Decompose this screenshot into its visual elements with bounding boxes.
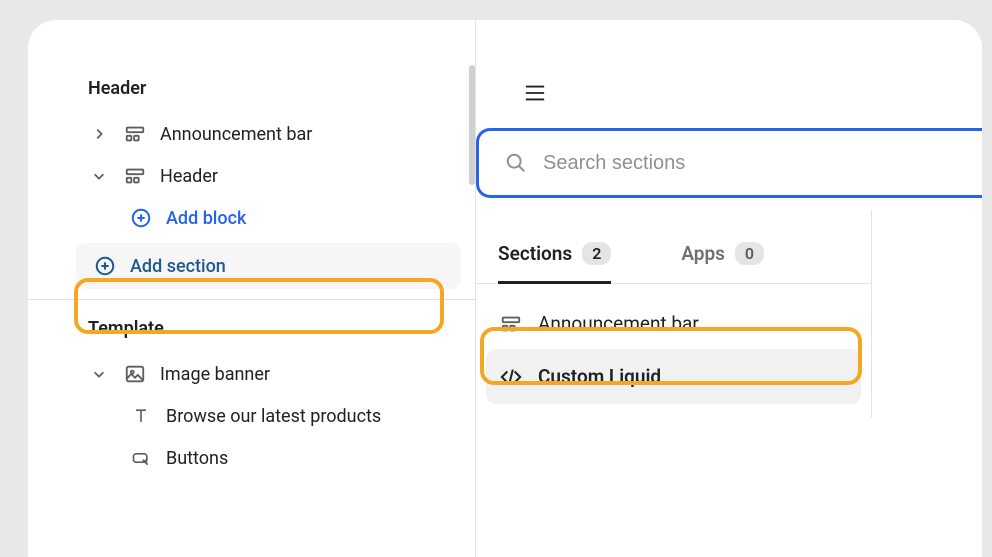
add-section-button[interactable]: Add section: [76, 243, 461, 289]
row-label: Image banner: [160, 364, 270, 385]
add-block-label: Add block: [166, 208, 246, 229]
block-row-buttons[interactable]: Buttons: [28, 437, 475, 479]
sections-sidebar: Header Announcement bar Header Add bloc: [28, 20, 476, 557]
tab-sections[interactable]: Sections 2: [498, 230, 611, 284]
tab-count-badge: 2: [582, 242, 611, 265]
result-announcement-bar[interactable]: Announcement bar: [476, 298, 871, 349]
search-sections-field[interactable]: [476, 128, 982, 198]
tab-apps[interactable]: Apps 0: [681, 230, 764, 284]
plus-circle-icon: [130, 207, 152, 229]
row-label: Buttons: [166, 448, 228, 469]
chevron-down-icon: [88, 363, 110, 385]
row-label: Browse our latest products: [166, 406, 381, 427]
chevron-right-icon: [88, 123, 110, 145]
hamburger-icon[interactable]: [524, 82, 546, 104]
search-icon: [505, 152, 527, 174]
chevron-down-icon: [88, 165, 110, 187]
result-label: Announcement bar: [538, 312, 699, 335]
section-icon: [500, 313, 522, 335]
text-icon: [130, 405, 152, 427]
section-picker-panel: Sections 2 Apps 0 Announcement bar: [476, 210, 872, 418]
row-label: Header: [160, 166, 218, 187]
image-icon: [124, 363, 146, 385]
section-icon: [124, 123, 146, 145]
tab-label: Sections: [498, 242, 572, 265]
block-row-browse-products[interactable]: Browse our latest products: [28, 395, 475, 437]
add-block-button[interactable]: Add block: [28, 197, 475, 239]
results-list: Announcement bar Custom Liquid: [476, 284, 871, 418]
preview-panel: Sections 2 Apps 0 Announcement bar: [476, 20, 982, 557]
tab-count-badge: 0: [735, 242, 764, 265]
group-label-header: Header: [28, 60, 475, 113]
result-custom-liquid[interactable]: Custom Liquid: [486, 349, 861, 404]
group-label-template: Template: [28, 300, 475, 353]
section-icon: [124, 165, 146, 187]
result-label: Custom Liquid: [538, 365, 661, 388]
section-row-image-banner[interactable]: Image banner: [28, 353, 475, 395]
search-input[interactable]: [543, 152, 956, 175]
code-icon: [500, 366, 522, 388]
scrollbar[interactable]: [469, 65, 475, 185]
button-icon: [130, 447, 152, 469]
row-label: Announcement bar: [160, 124, 312, 145]
add-section-label: Add section: [130, 256, 226, 277]
section-row-header[interactable]: Header: [28, 155, 475, 197]
plus-circle-icon: [94, 255, 116, 277]
tab-label: Apps: [681, 242, 725, 265]
section-row-announcement-bar[interactable]: Announcement bar: [28, 113, 475, 155]
picker-tabs: Sections 2 Apps 0: [476, 230, 871, 284]
editor-window: Header Announcement bar Header Add bloc: [28, 20, 982, 557]
